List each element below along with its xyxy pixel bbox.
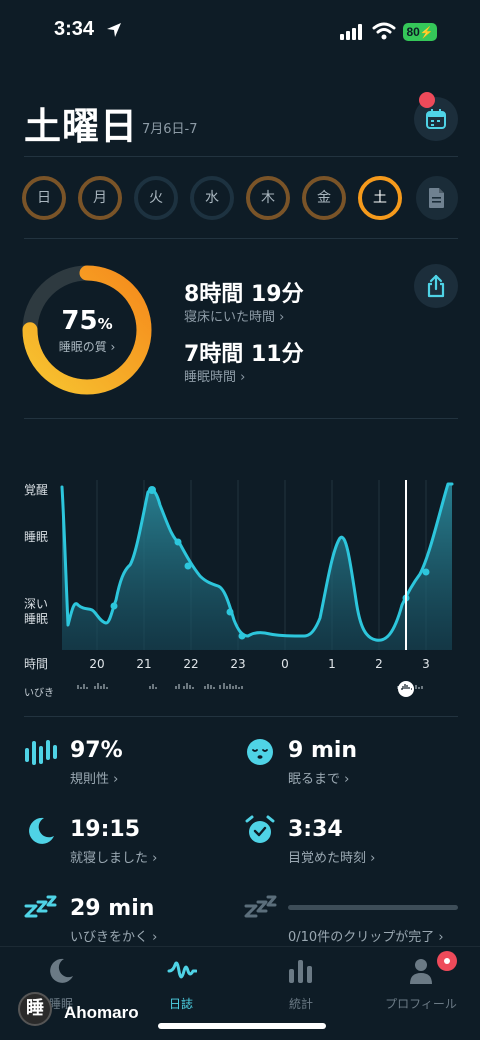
regularity-bars-icon <box>25 740 57 765</box>
status-bar: 3:34 80⚡ <box>0 0 480 64</box>
divider <box>24 238 458 239</box>
tab-label: プロフィール <box>385 997 457 1011</box>
weekday-label: 土 <box>373 190 387 206</box>
status-time: 3:34 <box>54 18 95 40</box>
bedtime-value: 19:15 <box>70 817 141 842</box>
x-tick-0: 0 <box>281 657 289 671</box>
person-icon <box>410 959 432 984</box>
snore-waveforms <box>77 683 423 689</box>
snoring-link[interactable]: いびきをかく › <box>70 926 157 945</box>
charging-bolt-icon: ⚡ <box>419 27 434 39</box>
weekday-thu[interactable]: 木 <box>246 176 290 220</box>
bar-chart-icon <box>289 960 312 983</box>
time-in-bed-link[interactable]: 寝床にいた時間 › <box>184 306 284 325</box>
x-tick-1: 1 <box>328 657 336 671</box>
regularity-value: 97% <box>70 738 123 763</box>
clips-link[interactable]: 0/10件のクリップが完了 › <box>288 926 444 945</box>
moon-icon <box>50 958 73 983</box>
clips-progress-bar <box>288 905 458 910</box>
weekday-mon[interactable]: 月 <box>78 176 122 220</box>
moon-icon <box>29 817 54 844</box>
regularity-link[interactable]: 規則性 › <box>70 768 118 787</box>
battery-indicator: 80⚡ <box>403 23 437 41</box>
wakeup-link[interactable]: 目覚めた時刻 › <box>288 847 375 866</box>
date-range: 7月6日-7 <box>142 122 198 137</box>
wifi-icon <box>372 22 396 40</box>
cellular-signal-icon <box>340 24 362 40</box>
snore-row-label: いびき <box>24 688 54 699</box>
sleepy-face-icon <box>247 739 273 765</box>
share-icon <box>427 274 445 298</box>
fall-asleep-link[interactable]: 眠るまで › <box>288 768 349 787</box>
x-tick-20: 20 <box>89 657 105 671</box>
weekday-wed[interactable]: 水 <box>190 176 234 220</box>
weekday-fri[interactable]: 金 <box>302 176 346 220</box>
divider <box>24 156 458 157</box>
weekday-sun[interactable]: 日 <box>22 176 66 220</box>
quality-number: 75 <box>61 306 98 336</box>
waveform-icon <box>167 961 197 979</box>
document-icon <box>429 188 444 208</box>
sleep-time-link[interactable]: 睡眠時間 › <box>184 366 245 385</box>
weekday-label: 日 <box>37 190 51 206</box>
battery-level: 80 <box>406 25 420 39</box>
x-tick-3: 3 <box>422 657 430 671</box>
weekday-label: 火 <box>149 190 163 206</box>
tab-label: 日誌 <box>168 997 193 1011</box>
divider <box>24 716 458 717</box>
snoring-value: 29 min <box>70 896 155 921</box>
quality-unit: % <box>97 315 113 333</box>
x-tick-21: 21 <box>136 657 152 671</box>
weekday-label: 木 <box>261 190 275 206</box>
watermark-name: Ahomaro <box>64 1003 139 1022</box>
location-arrow-icon <box>107 23 121 37</box>
x-tick-22: 22 <box>183 657 199 671</box>
x-tick-2: 2 <box>375 657 383 671</box>
watermark-logo: 睡 <box>18 992 52 1026</box>
report-button[interactable] <box>416 176 458 220</box>
tab-label: 統計 <box>288 997 313 1011</box>
bedtime-link[interactable]: 就寝しました › <box>70 847 157 866</box>
weekday-label: 水 <box>205 190 219 206</box>
alarm-clock-icon <box>245 815 275 843</box>
wakeup-value: 3:34 <box>288 817 343 842</box>
notification-dot <box>419 92 435 108</box>
snoring-zzz-icon <box>24 895 57 918</box>
weekday-sat[interactable]: 土 <box>358 176 402 220</box>
weekday-label: 金 <box>317 190 331 206</box>
sleep-time-value: 7時間 11分 <box>184 342 304 367</box>
snore-clips-zzz-icon <box>244 895 277 918</box>
time-in-bed-value: 8時間 19分 <box>184 282 304 307</box>
sleep-quality-value: 75% <box>22 306 152 336</box>
home-indicator[interactable] <box>158 1023 326 1029</box>
calendar-icon <box>426 109 446 129</box>
weekday-tue[interactable]: 火 <box>134 176 178 220</box>
page-title: 土曜日 <box>24 105 138 148</box>
weekday-label: 月 <box>93 190 107 206</box>
sleep-quality-label[interactable]: 睡眠の質 › <box>22 338 152 355</box>
profile-notification-badge <box>437 951 457 971</box>
x-tick-23: 23 <box>230 657 246 671</box>
share-button[interactable] <box>414 264 458 308</box>
divider <box>24 418 458 419</box>
fall-asleep-value: 9 min <box>288 738 358 763</box>
